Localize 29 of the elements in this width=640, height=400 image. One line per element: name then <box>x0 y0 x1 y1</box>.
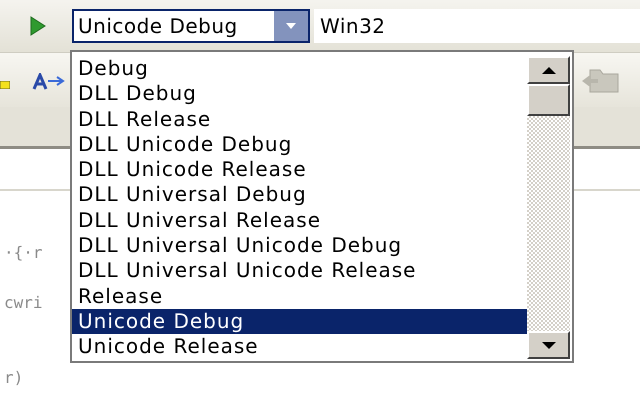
highlight-icon[interactable] <box>0 81 10 89</box>
scrollbar[interactable] <box>527 56 570 359</box>
play-icon[interactable] <box>30 16 46 36</box>
code-line: r) <box>4 368 24 388</box>
scroll-up-button[interactable] <box>527 56 570 84</box>
configuration-dropdown[interactable]: Unicode Debug <box>72 9 310 43</box>
dropdown-item[interactable]: DLL Universal Debug <box>72 182 527 208</box>
scroll-down-button[interactable] <box>527 331 570 359</box>
scroll-thumb[interactable] <box>527 84 570 116</box>
dropdown-item[interactable]: DLL Unicode Release <box>72 157 527 182</box>
code-line: cwri <box>4 293 43 313</box>
caret-icon <box>286 23 296 29</box>
dropdown-item[interactable]: DLL Universal Unicode Release <box>72 258 527 284</box>
dropdown-item[interactable]: DLL Release <box>72 106 527 132</box>
dropdown-item[interactable]: Release <box>72 284 527 309</box>
text-arrow-icon[interactable] <box>32 73 66 91</box>
dropdown-item[interactable]: DLL Debug <box>72 81 527 107</box>
platform-field[interactable]: Win32 <box>314 9 640 43</box>
dropdown-item[interactable]: DLL Universal Unicode Debug <box>72 233 527 258</box>
dropdown-item[interactable]: DLL Universal Release <box>72 208 527 234</box>
down-arrow-icon <box>542 342 556 348</box>
up-arrow-icon <box>542 66 556 74</box>
dropdown-item[interactable]: Debug <box>72 56 527 82</box>
code-line: ·{·r <box>4 243 43 263</box>
configuration-value: Unicode Debug <box>77 13 239 40</box>
dropdown-button[interactable] <box>274 11 308 41</box>
dropdown-item[interactable]: Unicode Release <box>72 334 527 360</box>
dropdown-item[interactable]: DLL Unicode Debug <box>72 132 527 158</box>
dropdown-item[interactable]: Unicode Debug <box>72 308 527 334</box>
